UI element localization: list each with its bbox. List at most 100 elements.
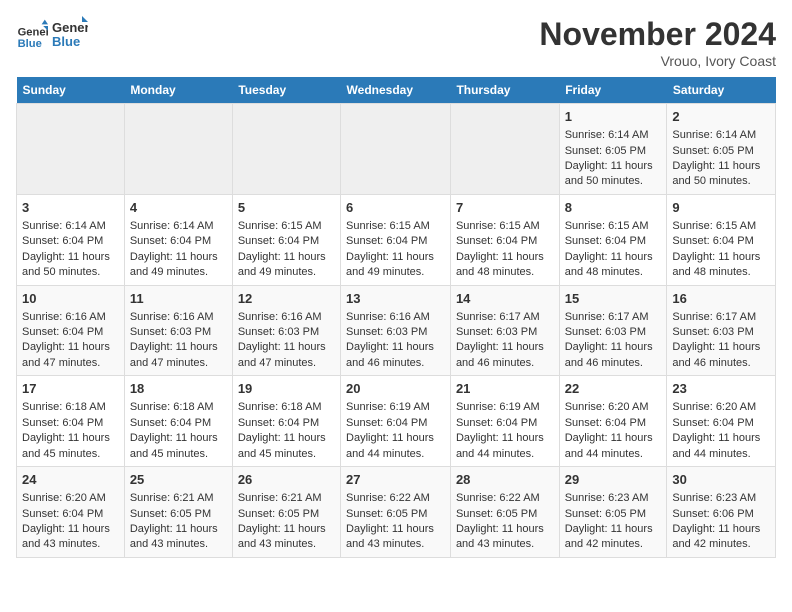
day-number: 3	[22, 199, 119, 217]
day-number: 15	[565, 290, 662, 308]
sunrise-text: Sunrise: 6:23 AM	[672, 492, 756, 504]
sunrise-text: Sunrise: 6:23 AM	[565, 492, 649, 504]
sunset-text: Sunset: 6:05 PM	[346, 508, 427, 520]
calendar-cell: 2Sunrise: 6:14 AMSunset: 6:05 PMDaylight…	[667, 104, 776, 195]
calendar-cell: 24Sunrise: 6:20 AMSunset: 6:04 PMDayligh…	[17, 467, 125, 558]
day-number: 6	[346, 199, 445, 217]
sunrise-text: Sunrise: 6:22 AM	[456, 492, 540, 504]
sunset-text: Sunset: 6:05 PM	[456, 508, 537, 520]
sunrise-text: Sunrise: 6:21 AM	[130, 492, 214, 504]
calendar-cell: 5Sunrise: 6:15 AMSunset: 6:04 PMDaylight…	[232, 194, 340, 285]
day-number: 4	[130, 199, 227, 217]
calendar-cell: 23Sunrise: 6:20 AMSunset: 6:04 PMDayligh…	[667, 376, 776, 467]
sunrise-text: Sunrise: 6:15 AM	[672, 220, 756, 232]
calendar-cell	[17, 104, 125, 195]
sunrise-text: Sunrise: 6:19 AM	[456, 401, 540, 413]
daylight-text: Daylight: 11 hours and 45 minutes.	[130, 432, 218, 459]
col-header-saturday: Saturday	[667, 77, 776, 104]
sunset-text: Sunset: 6:04 PM	[22, 417, 103, 429]
day-number: 16	[672, 290, 770, 308]
daylight-text: Daylight: 11 hours and 49 minutes.	[238, 251, 326, 278]
calendar-cell: 7Sunrise: 6:15 AMSunset: 6:04 PMDaylight…	[450, 194, 559, 285]
svg-text:Blue: Blue	[52, 34, 80, 49]
calendar-cell: 11Sunrise: 6:16 AMSunset: 6:03 PMDayligh…	[124, 285, 232, 376]
sunrise-text: Sunrise: 6:19 AM	[346, 401, 430, 413]
daylight-text: Daylight: 11 hours and 48 minutes.	[565, 251, 653, 278]
sunset-text: Sunset: 6:03 PM	[346, 326, 427, 338]
calendar-week-2: 3 Sunrise: 6:14 AM Sunset: 6:04 PM Daylight…	[17, 194, 776, 285]
day-number: 14	[456, 290, 554, 308]
sunrise-text: Sunrise: 6:17 AM	[565, 311, 649, 323]
sunset-text: Sunset: 6:04 PM	[346, 235, 427, 247]
daylight-text: Daylight: 11 hours and 42 minutes.	[565, 523, 653, 550]
calendar-cell: 22Sunrise: 6:20 AMSunset: 6:04 PMDayligh…	[559, 376, 667, 467]
day-number: 20	[346, 380, 445, 398]
sunset-text: Sunset: 6:05 PM	[238, 508, 319, 520]
sunrise-text: Sunrise: 6:15 AM	[456, 220, 540, 232]
daylight-text: Daylight: 11 hours and 44 minutes.	[346, 432, 434, 459]
sunset-text: Sunset: 6:04 PM	[238, 235, 319, 247]
calendar-header-row: SundayMondayTuesdayWednesdayThursdayFrid…	[17, 77, 776, 104]
daylight-text: Daylight: 11 hours and 47 minutes.	[130, 341, 218, 368]
sunrise-text: Sunrise: 6:14 AM	[22, 220, 106, 232]
daylight-text: Daylight: 11 hours and 50 minutes.	[565, 160, 653, 187]
day-number: 24	[22, 471, 119, 489]
day-number: 8	[565, 199, 662, 217]
daylight-text: Daylight: 11 hours and 49 minutes.	[130, 251, 218, 278]
month-title: November 2024	[539, 16, 776, 53]
calendar-cell: 6Sunrise: 6:15 AMSunset: 6:04 PMDaylight…	[341, 194, 451, 285]
sunrise-text: Sunrise: 6:14 AM	[565, 129, 649, 141]
sunrise-text: Sunrise: 6:17 AM	[456, 311, 540, 323]
sunrise-text: Sunrise: 6:18 AM	[130, 401, 214, 413]
col-header-sunday: Sunday	[17, 77, 125, 104]
location: Vrouo, Ivory Coast	[539, 53, 776, 69]
daylight-text: Daylight: 11 hours and 44 minutes.	[565, 432, 653, 459]
sunrise-text: Sunrise: 6:22 AM	[346, 492, 430, 504]
daylight-text: Daylight: 11 hours and 48 minutes.	[456, 251, 544, 278]
sunset-text: Sunset: 6:05 PM	[565, 145, 646, 157]
calendar-cell: 27Sunrise: 6:22 AMSunset: 6:05 PMDayligh…	[341, 467, 451, 558]
calendar-cell: 18Sunrise: 6:18 AMSunset: 6:04 PMDayligh…	[124, 376, 232, 467]
sunset-text: Sunset: 6:04 PM	[22, 508, 103, 520]
svg-text:General: General	[52, 20, 88, 35]
sunrise-text: Sunrise: 6:21 AM	[238, 492, 322, 504]
calendar-cell: 20 Sunrise: 6:19 AM Sunset: 6:04 PM Dayligh…	[341, 376, 451, 467]
sunset-text: Sunset: 6:04 PM	[346, 417, 427, 429]
sunset-text: Sunset: 6:03 PM	[672, 326, 753, 338]
sunset-text: Sunset: 6:04 PM	[22, 326, 103, 338]
svg-text:Blue: Blue	[18, 38, 42, 50]
sunset-text: Sunset: 6:05 PM	[130, 508, 211, 520]
sunset-text: Sunset: 6:03 PM	[238, 326, 319, 338]
day-number: 28	[456, 471, 554, 489]
calendar-cell: 19Sunrise: 6:18 AMSunset: 6:04 PMDayligh…	[232, 376, 340, 467]
day-number: 10	[22, 290, 119, 308]
daylight-text: Daylight: 11 hours and 45 minutes.	[22, 432, 110, 459]
calendar-cell: 30Sunrise: 6:23 AMSunset: 6:06 PMDayligh…	[667, 467, 776, 558]
day-number: 13	[346, 290, 445, 308]
daylight-text: Daylight: 11 hours and 43 minutes.	[22, 523, 110, 550]
sunset-text: Sunset: 6:04 PM	[565, 417, 646, 429]
col-header-tuesday: Tuesday	[232, 77, 340, 104]
daylight-text: Daylight: 11 hours and 50 minutes.	[672, 160, 760, 187]
daylight-text: Daylight: 11 hours and 42 minutes.	[672, 523, 760, 550]
col-header-wednesday: Wednesday	[341, 77, 451, 104]
calendar-cell: 4Sunrise: 6:14 AMSunset: 6:04 PMDaylight…	[124, 194, 232, 285]
calendar-week-5: 24Sunrise: 6:20 AMSunset: 6:04 PMDayligh…	[17, 467, 776, 558]
general-blue-logo-icon: General Blue	[52, 16, 88, 52]
day-number: 7	[456, 199, 554, 217]
day-number: 29	[565, 471, 662, 489]
daylight-text: Daylight: 11 hours and 43 minutes.	[456, 523, 544, 550]
calendar-cell: 8Sunrise: 6:15 AMSunset: 6:04 PMDaylight…	[559, 194, 667, 285]
day-number: 27	[346, 471, 445, 489]
calendar-week-4: 17Sunrise: 6:18 AMSunset: 6:04 PMDayligh…	[17, 376, 776, 467]
daylight-text: Daylight: 11 hours and 47 minutes.	[238, 341, 326, 368]
day-number: 1	[565, 108, 662, 126]
sunset-text: Sunset: 6:04 PM	[130, 235, 211, 247]
col-header-monday: Monday	[124, 77, 232, 104]
calendar-cell: 1 Sunrise: 6:14 AM Sunset: 6:05 PM Daylight…	[559, 104, 667, 195]
sunrise-text: Sunrise: 6:18 AM	[238, 401, 322, 413]
sunset-text: Sunset: 6:04 PM	[565, 235, 646, 247]
sunset-text: Sunset: 6:05 PM	[565, 508, 646, 520]
day-number: 21	[456, 380, 554, 398]
calendar-cell	[124, 104, 232, 195]
